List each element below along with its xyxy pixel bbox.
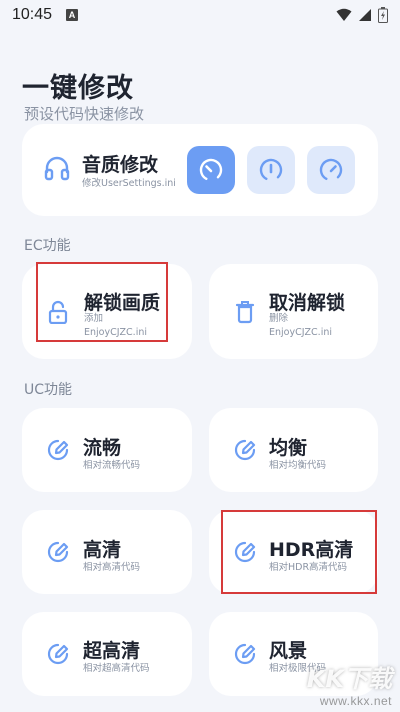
gauge-high-icon (319, 158, 343, 182)
uc-balanced-card[interactable]: 均衡 相对均衡代码 (209, 408, 378, 492)
uc-smooth-title: 流畅 (83, 437, 122, 459)
edit-icon (47, 643, 69, 665)
uc-hd-card[interactable]: 高清 相对高清代码 (22, 510, 192, 594)
uc-uhd-title: 超高清 (83, 640, 141, 662)
quality-mid-button[interactable] (247, 146, 295, 194)
status-time: 10:45 (12, 6, 53, 23)
uc-section-label: UC功能 (24, 382, 73, 398)
ec-section-label: EC功能 (24, 238, 71, 254)
edit-icon (47, 439, 69, 461)
highlight-box-unlock (36, 262, 168, 342)
uc-smooth-sub: 相对流畅代码 (83, 460, 141, 471)
page-subtitle: 预设代码快速修改 (24, 105, 145, 123)
uc-hd-sub: 相对高清代码 (83, 562, 141, 573)
uc-uhd-sub: 相对超高清代码 (83, 663, 150, 674)
gauge-mid-icon (259, 158, 283, 182)
watermark-logo: KK下载 (306, 665, 392, 693)
uc-balanced-sub: 相对均衡代码 (269, 460, 327, 471)
battery-charging-icon (378, 7, 388, 23)
audio-quality-title: 音质修改 (82, 154, 159, 176)
wifi-icon (336, 8, 352, 21)
page-title: 一键修改 (22, 73, 134, 104)
trash-icon (235, 301, 255, 324)
signal-icon (359, 9, 371, 21)
status-icons (336, 7, 388, 23)
status-bar: 10:45 A (0, 0, 400, 30)
audio-quality-subtitle: 修改UserSettings.ini (82, 178, 176, 189)
audio-quality-card: 音质修改 修改UserSettings.ini (22, 124, 378, 216)
cancel-unlock-card[interactable]: 取消解锁 删除 EnjoyCJZC.ini (209, 264, 378, 359)
quality-low-button[interactable] (187, 146, 235, 194)
headphones-icon (44, 156, 70, 181)
edit-icon (234, 439, 256, 461)
uc-uhd-card[interactable]: 超高清 相对超高清代码 (22, 612, 192, 696)
edit-icon (47, 541, 69, 563)
watermark-url: www.kkx.net (319, 694, 392, 708)
uc-balanced-title: 均衡 (269, 437, 308, 459)
cancel-unlock-sub2: EnjoyCJZC.ini (269, 327, 332, 338)
edit-icon (234, 643, 256, 665)
quality-high-button[interactable] (307, 146, 355, 194)
cancel-unlock-sub1: 删除 (269, 313, 289, 324)
highlight-box-hdr (221, 510, 377, 594)
watermark: KK下载 www.kkx.net (307, 659, 392, 708)
a-letter-icon: A (66, 9, 79, 21)
uc-smooth-card[interactable]: 流畅 相对流畅代码 (22, 408, 192, 492)
uc-landscape-title: 风景 (269, 640, 308, 662)
uc-hd-title: 高清 (83, 539, 122, 561)
gauge-low-icon (199, 158, 223, 182)
